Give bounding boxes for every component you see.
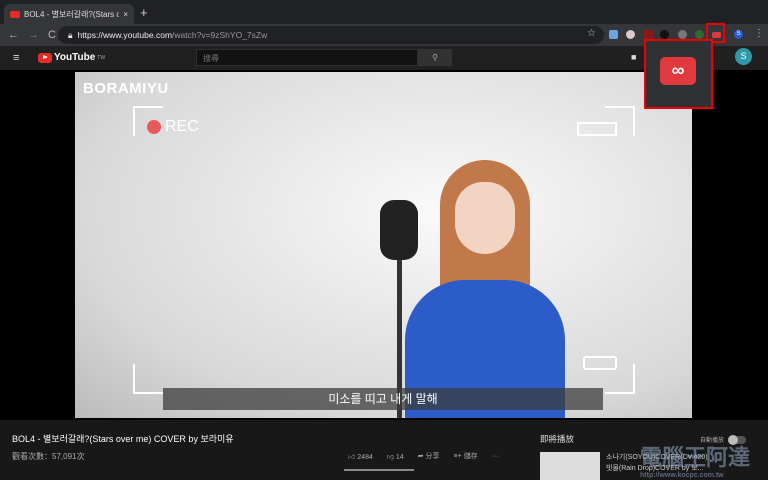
- tab-title: BOL4 - 별보러갈래?(Stars over me): [24, 9, 120, 19]
- microphone: [380, 200, 418, 260]
- view-count: 觀看次數：57,091次: [12, 452, 85, 461]
- video-player[interactable]: BORAMIYU REC 미소를 띠고 내게 말해: [0, 70, 768, 420]
- upload-video-icon[interactable]: ■: [631, 52, 636, 62]
- dislike-count: 14: [395, 453, 404, 461]
- new-tab-button[interactable]: +: [140, 5, 148, 20]
- profile-icon[interactable]: S: [734, 30, 743, 39]
- like-button[interactable]: 👍︎ 2484: [348, 452, 373, 461]
- hamburger-menu-icon[interactable]: ≡: [13, 52, 19, 64]
- channel-watermark: BORAMIYU: [83, 80, 169, 97]
- browser-tab[interactable]: BOL4 - 별보러갈래?(Stars over me) ×: [4, 4, 134, 24]
- save-label: 儲存: [463, 453, 478, 460]
- extension-icon[interactable]: [695, 30, 704, 39]
- share-arrow-icon: ➦: [417, 453, 424, 460]
- watermark-url: http://www.kocpc.com.tw: [640, 472, 724, 479]
- battery-icon: [577, 122, 617, 136]
- extension-icon[interactable]: [644, 30, 653, 39]
- url-path: /watch?v=9zShYO_7sZw: [172, 30, 268, 40]
- video-title: BOL4 - 별보러갈래?(Stars over me) COVER by 보라…: [12, 434, 234, 444]
- url-host: https://www.youtube.com: [77, 30, 173, 40]
- dislike-button[interactable]: 👎︎ 14: [387, 452, 404, 461]
- rec-label: REC: [165, 118, 199, 135]
- video-actions: 👍︎ 2484 👎︎ 14 ➦ 分享 ≡+ 儲存 ···: [348, 451, 499, 461]
- like-count: 2484: [357, 453, 373, 461]
- lock-icon: 🔒︎: [68, 29, 73, 40]
- search-input[interactable]: 搜尋: [196, 49, 418, 66]
- youtube-favicon-icon: [10, 10, 20, 18]
- extension-icon[interactable]: [609, 30, 618, 39]
- frame-corner: [133, 364, 163, 394]
- back-button[interactable]: ←: [8, 29, 20, 41]
- frame-corner: [133, 106, 163, 136]
- extension-icon[interactable]: [660, 30, 669, 39]
- tab-close-icon[interactable]: ×: [123, 10, 128, 19]
- next-video-thumbnail[interactable]: [540, 452, 600, 480]
- search-button[interactable]: ⚲: [418, 49, 452, 66]
- infinity-loop-icon[interactable]: ∞: [660, 57, 696, 85]
- url-field[interactable]: 🔒︎ https://www.youtube.com/watch?v=9zShY…: [58, 26, 604, 44]
- like-ratio-bar: [344, 469, 414, 471]
- share-label: 分享: [425, 453, 440, 460]
- save-button[interactable]: ≡+ 儲存: [454, 451, 478, 461]
- avatar[interactable]: S: [735, 48, 752, 65]
- extension-popup: ∞: [644, 39, 713, 109]
- thumbs-up-icon: 👍︎: [348, 453, 356, 461]
- playlist-add-icon: ≡+: [453, 453, 462, 460]
- subtitle: 미소를 띠고 내게 말해: [163, 388, 603, 410]
- site-watermark: 電腦王阿達 http://www.kocpc.com.tw: [640, 440, 750, 479]
- tab-strip: BOL4 - 별보러갈래?(Stars over me) × +: [0, 0, 768, 24]
- thumbs-down-icon: 👎︎: [386, 453, 394, 461]
- browser-menu-icon[interactable]: ⋮: [754, 28, 764, 39]
- watermark-text: 電腦王阿達: [640, 445, 751, 470]
- region-label: TW: [97, 54, 106, 61]
- extension-icon[interactable]: [626, 30, 635, 39]
- cassette-icon: [583, 356, 617, 370]
- bookmark-star-icon[interactable]: ☆: [587, 28, 596, 39]
- video-frame[interactable]: BORAMIYU REC 미소를 띠고 내게 말해: [75, 72, 692, 418]
- extension-icon[interactable]: [678, 30, 687, 39]
- logo-text: YouTube: [54, 52, 96, 63]
- forward-button[interactable]: →: [28, 29, 40, 41]
- share-button[interactable]: ➦ 分享: [418, 451, 440, 461]
- youtube-logo[interactable]: YouTube TW: [38, 52, 105, 63]
- more-actions-button[interactable]: ···: [492, 453, 499, 460]
- youtube-play-icon: [38, 52, 52, 63]
- up-next-heading: 即將播放: [540, 434, 575, 444]
- singer: [405, 160, 565, 418]
